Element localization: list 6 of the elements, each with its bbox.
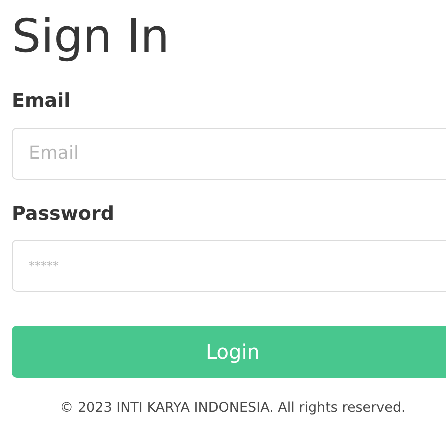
password-field[interactable]: ***** bbox=[12, 240, 446, 292]
email-field[interactable]: Email bbox=[12, 128, 446, 180]
copyright-text: © 2023 INTI KARYA INDONESIA. All rights reserved. bbox=[59, 399, 407, 418]
field-label: Password bbox=[12, 202, 114, 226]
login-button[interactable]: Login bbox=[12, 326, 446, 378]
field-label: Email bbox=[12, 89, 71, 114]
